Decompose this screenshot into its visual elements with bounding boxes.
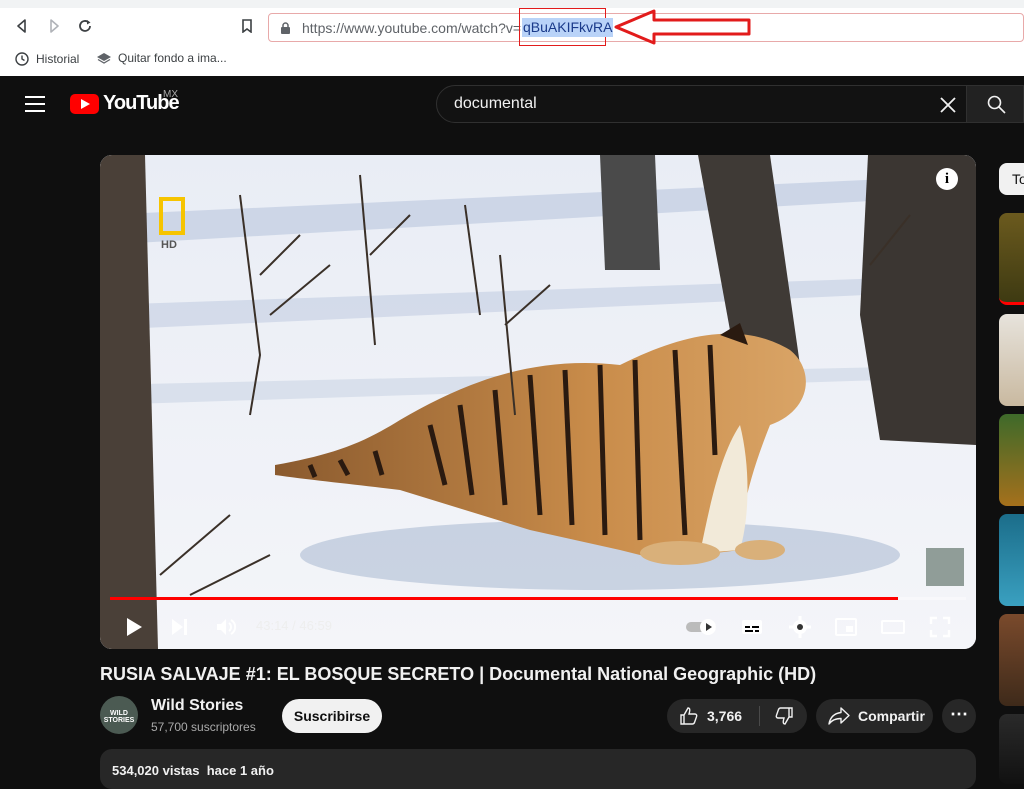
video-frame-tiger-in-snow [100,155,976,649]
clear-icon[interactable] [937,94,959,116]
channel-watermark-icon[interactable] [926,548,964,586]
national-geographic-logo-icon [159,197,185,235]
progress-bar[interactable] [110,597,966,600]
region-code: MX [163,89,178,100]
back-icon [17,19,26,33]
time-display: 43:14 / 46:59 [256,618,332,633]
recommended-thumbnail[interactable] [999,213,1024,305]
next-icon[interactable] [168,615,192,639]
forward-button[interactable] [42,14,66,38]
bookmark-historial[interactable]: Historial [14,51,79,67]
like-button[interactable]: 3,766 [667,699,759,733]
like-dislike-group: 3,766 [667,699,807,733]
settings-icon[interactable] [788,615,812,639]
volume-icon[interactable] [214,615,238,639]
recommended-thumbnail[interactable] [999,514,1024,606]
autoplay-toggle-icon[interactable] [684,615,720,639]
search-value: documental [454,95,537,112]
youtube-header: YouTube MX documental [0,76,1024,132]
bookmark-quitar-fondo[interactable]: Quitar fondo a ima... [96,51,227,65]
bookmark-label: Historial [36,52,80,66]
history-icon [15,52,29,66]
url-text[interactable]: https://www.youtube.com/watch?v= [302,20,521,36]
player-controls: 43:14 / 46:59 [100,607,976,649]
reload-icon [79,20,91,32]
annotation-arrow-icon [614,9,751,45]
info-icon[interactable]: i [936,168,958,190]
publish-date: hace 1 año [206,763,274,778]
time-current: 43:14 [256,618,289,633]
reload-button[interactable] [73,14,97,38]
channel-name[interactable]: Wild Stories [151,697,243,715]
recommended-thumbnail[interactable] [999,314,1024,406]
browser-toolbar: https://www.youtube.com/watch?v= qBuAKIF… [0,0,1024,76]
forward-icon [50,19,59,33]
thumbs-up-icon [680,707,698,725]
play-icon[interactable] [122,615,146,639]
bookmarks-bar: Historial Quitar fondo a ima... [0,44,1024,74]
share-button[interactable]: Compartir [816,699,933,733]
like-count: 3,766 [707,708,743,724]
back-button[interactable] [10,14,34,38]
video-title: RUSIA SALVAJE #1: EL BOSQUE SECRETO | Do… [100,664,817,684]
dislike-button[interactable] [760,699,807,733]
share-label: Compartir [858,708,925,724]
subscribe-button[interactable]: Suscribirse [282,699,382,733]
hd-label: HD [161,239,177,251]
theater-mode-icon[interactable] [880,615,906,639]
lock-icon [281,22,290,34]
time-separator: / [288,618,300,633]
avatar[interactable]: WILD STORIES [100,696,138,734]
bookmark-icon [242,19,252,33]
bookmark-button[interactable] [235,14,259,38]
recommended-thumbnail[interactable] [999,714,1024,784]
share-icon [828,707,850,725]
thumbs-down-icon [775,707,793,725]
youtube-play-icon [70,93,99,114]
subtitles-icon[interactable] [740,615,764,639]
more-actions-button[interactable]: ⋯ [942,699,976,733]
fullscreen-icon[interactable] [928,615,952,639]
search-input[interactable]: documental [436,85,967,123]
video-stats: 534,020 vistas hace 1 año [112,763,274,778]
bookmark-label: Quitar fondo a ima... [118,51,227,65]
search-icon [987,95,1006,114]
description-box[interactable]: 534,020 vistas hace 1 año [100,749,976,789]
menu-icon[interactable] [25,96,45,112]
miniplayer-icon[interactable] [834,615,858,639]
layers-icon [97,53,111,64]
tab-strip [0,0,1024,8]
recommended-thumbnail[interactable] [999,414,1024,506]
filter-chip[interactable]: To [999,163,1024,195]
progress-bar-fill [110,597,898,600]
subscriber-count: 57,700 suscriptores [151,720,256,734]
url-video-id-selected[interactable]: qBuAKIFkvRA [522,18,614,37]
search-button[interactable] [967,85,1024,123]
time-total: 46:59 [299,618,332,633]
view-count: 534,020 vistas [112,763,200,778]
recommended-thumbnail[interactable] [999,614,1024,706]
video-player[interactable]: i HD 43:14 / 46:59 [100,155,976,649]
